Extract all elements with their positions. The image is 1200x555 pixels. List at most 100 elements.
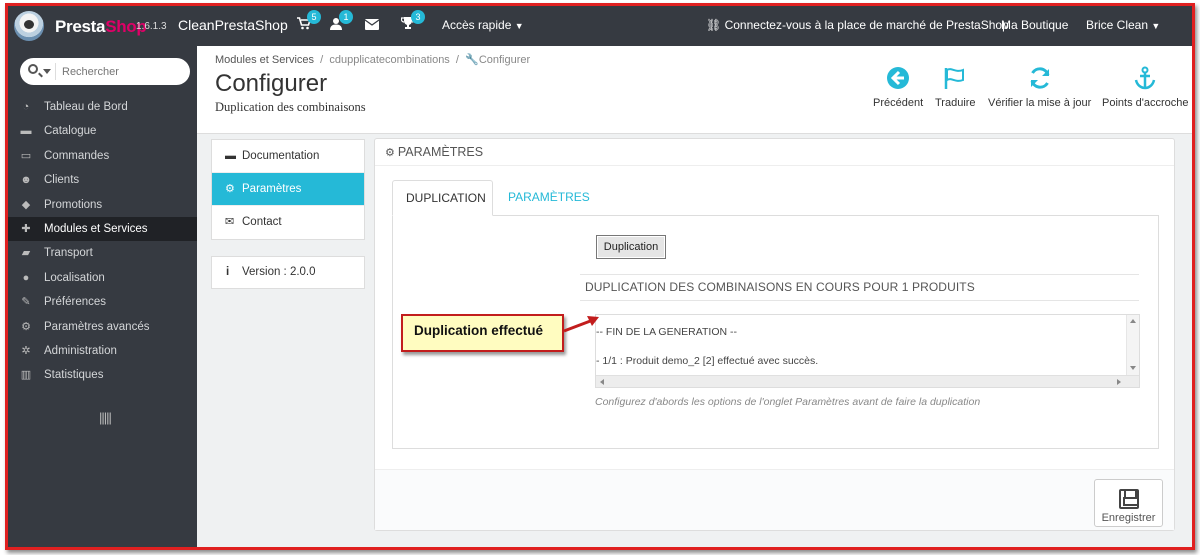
breadcrumb-separator: / xyxy=(317,54,330,66)
search-icon[interactable] xyxy=(28,64,38,74)
cogs-icon: ⚙ xyxy=(21,320,31,333)
caret-down-icon: ▼ xyxy=(514,21,524,31)
breadcrumb: Modules et Services / cdupplicatecombina… xyxy=(215,53,530,66)
version-label: 1.6.1.3 xyxy=(136,21,167,32)
check-update-button[interactable]: Vérifier la mise à jour xyxy=(988,66,1091,109)
help-text: Configurez d'abords les options de l'ong… xyxy=(595,396,981,408)
shop-name-link[interactable]: CleanPrestaShop xyxy=(178,17,288,33)
vertical-scrollbar[interactable] xyxy=(1126,315,1139,376)
save-icon xyxy=(1118,489,1139,509)
prestashop-logo-icon[interactable] xyxy=(14,11,44,41)
dashboard-icon: ◔ xyxy=(22,101,30,113)
sidebar-item-tableau-de-bord[interactable]: ◔ Tableau de Bord xyxy=(8,95,197,119)
save-button[interactable]: Enregistrer xyxy=(1094,479,1163,527)
envelope-icon[interactable] xyxy=(362,17,382,35)
sidebar-item-administration[interactable]: ✲ Administration xyxy=(8,339,197,363)
wrench-icon: 🔧 xyxy=(465,54,479,66)
scroll-down-icon[interactable] xyxy=(1130,366,1136,370)
sidebar-item-statistiques[interactable]: ▥ Statistiques xyxy=(8,363,197,387)
quick-access-menu[interactable]: Accès rapide ▼ xyxy=(442,18,524,32)
panel-footer: Enregistrer xyxy=(375,469,1174,530)
page-title: Configurer xyxy=(215,70,328,97)
sidebar-menu: ◔ Tableau de Bord ▬ Catalogue ▭ Commandes ☻ Cli… xyxy=(8,95,197,388)
sidebar: ◔ Tableau de Bord ▬ Catalogue ▭ Commandes ☻ Cli… xyxy=(8,46,197,547)
sidebar-item-label: Préférences xyxy=(44,296,107,309)
sidebar-item-catalogue[interactable]: ▬ Catalogue xyxy=(8,119,197,143)
collapse-sidebar-icon[interactable]: ||||| xyxy=(99,410,112,425)
breadcrumb-separator: / xyxy=(452,54,466,66)
sidebar-item-transport[interactable]: ▰ Transport xyxy=(8,241,197,265)
sidebar-item-label: Catalogue xyxy=(44,125,97,138)
gear-icon: ✲ xyxy=(21,344,31,357)
user-menu[interactable]: Brice Clean ▼ xyxy=(1086,18,1160,32)
cogs-icon: ⚙ xyxy=(225,183,235,195)
sidebar-item-label: Localisation xyxy=(44,271,105,284)
top-navbar: PrestaShop 1.6.1.3 CleanPrestaShop 5 1 3… xyxy=(8,6,1192,46)
search-separator xyxy=(55,63,56,80)
page-subtitle: Duplication des combinaisons xyxy=(215,100,366,114)
sidebar-item-localisation[interactable]: ● Localisation xyxy=(8,266,197,290)
my-shop-link[interactable]: Ma Boutique xyxy=(1001,18,1068,32)
duplication-log[interactable]: -- FIN DE LA GENERATION -- - 1/1 : Produ… xyxy=(595,314,1140,388)
book-icon: ▬ xyxy=(225,150,236,162)
credit-card-icon: ▭ xyxy=(20,149,32,162)
tag-icon: ◆ xyxy=(21,198,31,211)
translate-button[interactable]: Traduire xyxy=(935,66,976,109)
sidebar-item-label: Clients xyxy=(44,174,80,187)
wrench-icon: ✎ xyxy=(21,296,31,309)
brand-name[interactable]: PrestaShop xyxy=(55,17,147,37)
puzzle-icon: ✚ xyxy=(21,222,31,235)
divider xyxy=(580,274,1139,275)
bar-chart-icon: ▥ xyxy=(20,369,32,382)
trophy-icon[interactable]: 3 xyxy=(398,10,425,35)
link-icon: ⛓ xyxy=(706,18,722,32)
config-menu: ▬ Documentation ⚙ Paramètres ✉ Contact xyxy=(211,139,365,240)
sidebar-item-modules-et-services[interactable]: ✚ Modules et Services xyxy=(8,216,197,242)
breadcrumb-item[interactable]: Modules et Services xyxy=(215,54,314,66)
envelope-icon: ✉ xyxy=(225,216,235,228)
back-button[interactable]: Précédent xyxy=(873,66,923,109)
sidebar-item-label: Statistiques xyxy=(44,369,104,382)
breadcrumb-item[interactable]: cdupplicatecombinations xyxy=(329,54,449,66)
duplication-button[interactable]: Duplication xyxy=(596,235,666,259)
search-input[interactable] xyxy=(62,63,182,80)
sidebar-item-label: Tableau de Bord xyxy=(44,101,128,113)
refresh-icon xyxy=(988,66,1091,92)
sidebar-item-pr-f-rences[interactable]: ✎ Préférences xyxy=(8,290,197,314)
version-box: i Version : 2.0.0 xyxy=(211,256,365,289)
documentation-link[interactable]: ▬ Documentation xyxy=(212,140,364,173)
marketplace-link[interactable]: ⛓ Connectez-vous à la place de marché de… xyxy=(706,18,1009,32)
sidebar-item-param-tres-avanc-s[interactable]: ⚙ Paramètres avancés xyxy=(8,315,197,339)
duplication-status-heading: DUPLICATION DES COMBINAISONS EN COURS PO… xyxy=(585,280,975,294)
log-line: - 1/1 : Produit demo_2 [2] effectué avec… xyxy=(596,355,819,367)
panel-heading: ⚙ PARAMÈTRES xyxy=(375,139,1174,166)
globe-icon: ● xyxy=(22,271,30,284)
divider xyxy=(580,300,1139,301)
flag-icon xyxy=(935,66,976,92)
customer-icon[interactable]: 1 xyxy=(326,10,353,35)
sidebar-item-label: Transport xyxy=(44,247,93,260)
horizontal-scrollbar[interactable] xyxy=(596,375,1139,387)
users-icon: ☻ xyxy=(20,174,32,187)
tab-parameters[interactable]: PARAMÈTRES xyxy=(495,180,603,216)
scroll-left-icon[interactable] xyxy=(600,379,604,385)
search-box[interactable] xyxy=(20,58,190,85)
sidebar-item-label: Administration xyxy=(44,344,117,357)
tab-duplication[interactable]: DUPLICATION xyxy=(392,180,493,216)
info-icon: i xyxy=(226,266,230,278)
customer-badge: 1 xyxy=(339,10,353,24)
caret-down-icon: ▼ xyxy=(1151,21,1161,31)
scroll-up-icon[interactable] xyxy=(1130,319,1136,323)
contact-link[interactable]: ✉ Contact xyxy=(212,206,364,239)
scroll-right-icon[interactable] xyxy=(1117,379,1121,385)
sidebar-item-commandes[interactable]: ▭ Commandes xyxy=(8,144,197,168)
parameters-link[interactable]: ⚙ Paramètres xyxy=(212,173,364,206)
sidebar-item-clients[interactable]: ☻ Clients xyxy=(8,168,197,192)
cogs-icon: ⚙ xyxy=(385,147,395,159)
truck-icon: ▰ xyxy=(21,247,31,260)
sidebar-item-promotions[interactable]: ◆ Promotions xyxy=(8,193,197,217)
caret-down-icon[interactable] xyxy=(43,69,51,74)
page-header: Modules et Services / cdupplicatecombina… xyxy=(197,46,1192,134)
cart-icon[interactable]: 5 xyxy=(294,10,321,35)
hooks-button[interactable]: Points d'accroche xyxy=(1102,66,1188,109)
